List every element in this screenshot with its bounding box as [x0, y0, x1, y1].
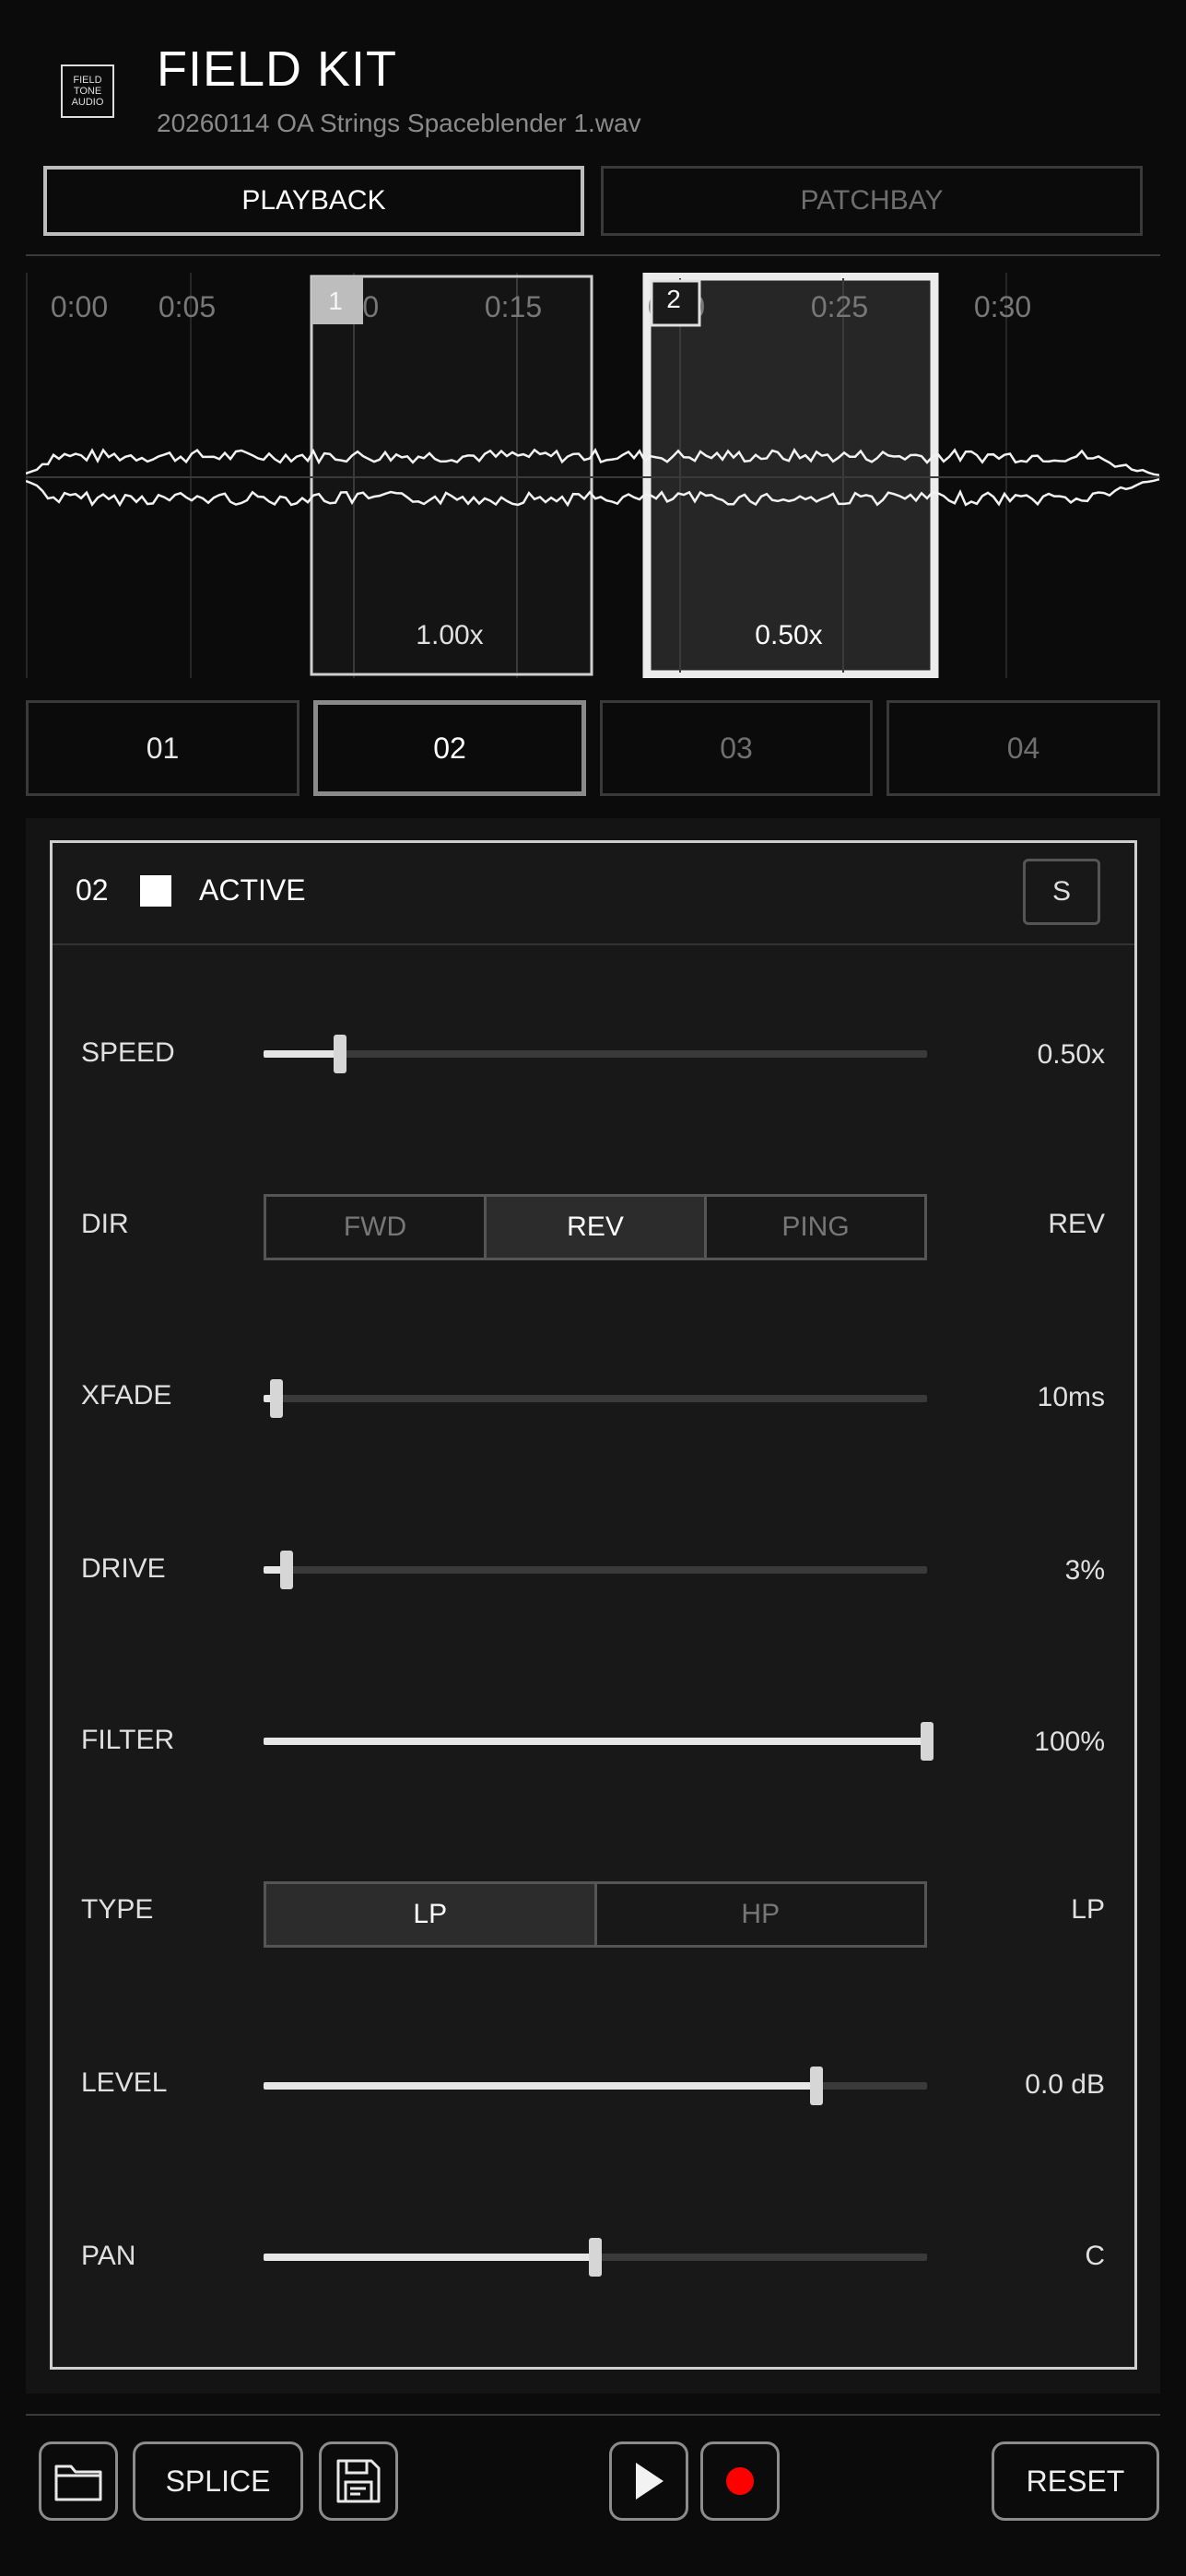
filter-value: 100% [1034, 1727, 1105, 1757]
record-button[interactable] [700, 2441, 780, 2521]
region-2-number: 2 [666, 285, 681, 313]
drive-slider[interactable] [264, 1551, 927, 1589]
speed-value: 0.50x [1037, 1039, 1105, 1070]
speed-slider-thumb[interactable] [333, 1035, 346, 1073]
level-slider-thumb[interactable] [809, 2067, 823, 2105]
level-label: LEVEL [81, 2067, 168, 2098]
bottom-divider [26, 2414, 1160, 2416]
region-1-number: 1 [328, 287, 343, 315]
reset-button[interactable]: RESET [992, 2441, 1159, 2521]
dir-option-fwd[interactable]: FWD [266, 1197, 484, 1258]
panel-divider [53, 943, 1134, 945]
file-name: 20260114 OA Strings Spaceblender 1.wav [157, 109, 641, 137]
play-icon [636, 2463, 663, 2500]
type-option-hp[interactable]: HP [593, 1884, 925, 1945]
app-title: FIELD KIT [157, 41, 398, 97]
folder-icon [54, 2465, 102, 2501]
drive-value: 3% [1064, 1555, 1105, 1586]
drive-slider-thumb[interactable] [280, 1551, 294, 1589]
active-checkbox[interactable] [140, 875, 171, 907]
splice-button[interactable]: SPLICE [133, 2441, 303, 2521]
region-2-speed: 0.50x [755, 620, 822, 650]
logo: FIELD TONE AUDIO [61, 64, 114, 118]
drive-label: DRIVE [81, 1553, 166, 1584]
xfade-slider[interactable] [264, 1379, 927, 1418]
logo-line: FIELD [73, 75, 102, 86]
timeline-tick-label: 0:00 [51, 290, 108, 323]
logo-line: TONE [73, 86, 102, 97]
type-label: TYPE [81, 1894, 154, 1925]
pan-label: PAN [81, 2241, 136, 2271]
open-folder-button[interactable] [39, 2441, 118, 2521]
slot-03[interactable]: 03 [600, 700, 873, 796]
filter-slider[interactable] [264, 1722, 934, 1761]
solo-button[interactable]: S [1023, 859, 1100, 925]
timeline-tick-label: 0:30 [974, 290, 1031, 323]
record-icon [726, 2467, 754, 2495]
slot-01[interactable]: 01 [26, 700, 299, 796]
filter-label: FILTER [81, 1725, 175, 1755]
tab-playback[interactable]: PLAYBACK [43, 166, 584, 236]
level-slider-fill [264, 2082, 816, 2090]
region-1-speed: 1.00x [416, 620, 483, 650]
type-option-lp[interactable]: LP [266, 1884, 594, 1945]
slot-04[interactable]: 04 [887, 700, 1160, 796]
xfade-label: XFADE [81, 1380, 172, 1411]
save-icon [336, 2459, 381, 2503]
pan-slider[interactable] [264, 2238, 927, 2277]
pan-value: C [1085, 2241, 1105, 2271]
xfade-slider-thumb[interactable] [270, 1379, 284, 1418]
dir-label: DIR [81, 1209, 129, 1239]
slot-02[interactable]: 02 [313, 700, 586, 796]
logo-line: AUDIO [71, 97, 104, 108]
xfade-value: 10ms [1037, 1382, 1105, 1412]
dir-value: REV [1048, 1209, 1105, 1239]
timeline-tick-label: 0:15 [485, 290, 542, 323]
divider [26, 254, 1160, 256]
speed-slider[interactable] [264, 1035, 927, 1073]
type-value: LP [1071, 1894, 1105, 1925]
level-slider[interactable] [264, 2067, 927, 2105]
filter-slider-fill [264, 1738, 927, 1745]
timeline-tick-label: 0:05 [159, 290, 216, 323]
dir-selector: FWD REV PING [264, 1194, 927, 1260]
play-button[interactable] [609, 2441, 688, 2521]
tab-patchbay[interactable]: PATCHBAY [601, 166, 1143, 236]
type-selector: LP HP [264, 1881, 927, 1948]
speed-label: SPEED [81, 1037, 175, 1068]
pan-slider-thumb[interactable] [589, 2238, 602, 2277]
region-2[interactable] [642, 273, 939, 678]
waveform-timeline[interactable]: 0:000:050:100:150:200:250:30 1 2 1.00x 0… [26, 273, 1160, 678]
save-button[interactable] [319, 2441, 398, 2521]
level-value: 0.0 dB [1025, 2069, 1105, 2100]
dir-option-rev[interactable]: REV [484, 1197, 704, 1258]
panel-slot-number: 02 [76, 873, 109, 907]
pan-slider-fill [264, 2254, 595, 2261]
active-label: ACTIVE [199, 873, 306, 907]
speed-slider-fill [264, 1050, 340, 1058]
timeline-tick-label: 0:25 [811, 290, 868, 323]
dir-option-ping[interactable]: PING [704, 1197, 924, 1258]
